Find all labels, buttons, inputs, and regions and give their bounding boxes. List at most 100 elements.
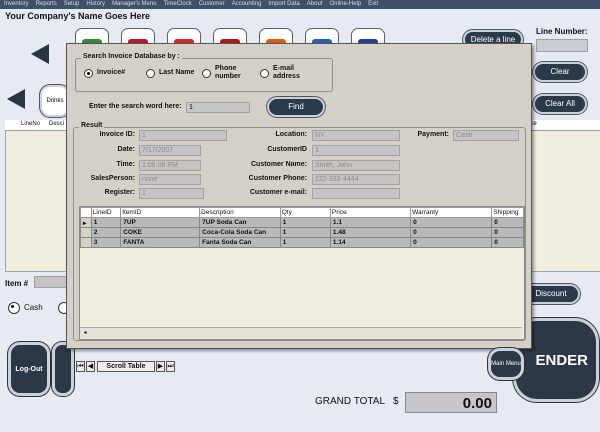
search-by-radio-1[interactable] bbox=[84, 69, 93, 78]
cash-label: Cash bbox=[24, 303, 43, 312]
search-by-radio-4[interactable] bbox=[260, 69, 269, 78]
table-cell: 1 bbox=[90, 217, 122, 228]
table-cell: 0 bbox=[410, 217, 493, 228]
date-field: 7/17/2007 bbox=[139, 145, 201, 156]
line-number-input[interactable] bbox=[536, 39, 588, 52]
time-field: 1:06:08 PM bbox=[139, 160, 201, 171]
menu-item-timeclock[interactable]: TimeClock bbox=[164, 0, 192, 9]
scroll-prev-icon[interactable]: ◀ bbox=[86, 361, 95, 372]
table-cell: 0 bbox=[491, 217, 524, 228]
customer-email-label: Customer e-mail: bbox=[249, 189, 307, 196]
line-number-label: Line Number: bbox=[536, 27, 588, 36]
main-menu-button[interactable]: Main Menu bbox=[488, 348, 524, 380]
menu-item-import-data[interactable]: Import Data bbox=[268, 0, 299, 9]
previous-arrow-icon[interactable] bbox=[31, 44, 49, 64]
menu-item-accounting[interactable]: Accounting bbox=[232, 0, 262, 9]
menu-item-about[interactable]: About bbox=[307, 0, 323, 9]
table-cell: 1 bbox=[279, 217, 331, 228]
search-by-radio-3[interactable] bbox=[202, 69, 211, 78]
menu-item-online-help[interactable]: Online-Help bbox=[329, 0, 361, 9]
menu-item-exit[interactable]: Exit bbox=[368, 0, 378, 9]
current-row-icon[interactable]: ▸ bbox=[80, 217, 92, 228]
date-label: Date: bbox=[117, 146, 135, 153]
search-by-group: Search Invoice Database by : Invoice# Las… bbox=[75, 53, 333, 92]
table-cell: 1.1 bbox=[329, 217, 412, 228]
table-row[interactable]: 2 COKE Coca-Cola Soda Can 1 1.48 0 0 bbox=[80, 227, 524, 238]
log-out-button[interactable]: Log-Out bbox=[8, 342, 50, 396]
company-name: Your Company's Name Goes Here bbox=[5, 11, 151, 21]
side-button[interactable] bbox=[52, 342, 74, 396]
horizontal-scrollbar[interactable]: ◂ bbox=[80, 327, 522, 338]
table-cell: 2 bbox=[90, 227, 122, 238]
table-cell: 7UP bbox=[120, 217, 201, 228]
table-cell: Fanta Soda Can bbox=[199, 237, 281, 248]
customer-id-field: 1 bbox=[312, 145, 400, 156]
menu-item-history[interactable]: History bbox=[86, 0, 105, 9]
menu-item-setup[interactable]: Setup bbox=[64, 0, 80, 9]
table-cell: 7UP Soda Can bbox=[199, 217, 281, 228]
search-by-label-1: Invoice# bbox=[97, 69, 126, 76]
invoice-lines-grid[interactable]: LineID ItemID Description Qty Price Warranty S… bbox=[79, 206, 525, 340]
column-header-price[interactable]: Price bbox=[329, 207, 412, 218]
cash-radio[interactable] bbox=[8, 302, 20, 314]
column-header-lineid[interactable]: LineID bbox=[90, 207, 122, 218]
table-cell: 1.14 bbox=[329, 237, 412, 248]
table-row[interactable]: ▸ 1 7UP 7UP Soda Can 1 1.1 0 0 bbox=[80, 217, 524, 228]
table-cell: Coca-Cola Soda Can bbox=[199, 227, 281, 238]
customer-email-field bbox=[312, 188, 400, 199]
result-title: Result bbox=[79, 122, 105, 129]
scroll-left-icon[interactable]: ◂ bbox=[81, 329, 89, 337]
row-selector-header bbox=[80, 207, 92, 218]
table-cell: COKE bbox=[120, 227, 201, 238]
location-label: Location: bbox=[275, 131, 308, 138]
menu-bar: Inventory Reports Setup History Manager's Me… bbox=[0, 0, 600, 9]
register-label: Register: bbox=[104, 189, 135, 196]
currency-symbol: $ bbox=[393, 396, 399, 407]
table-row[interactable]: 3 FANTA Fanta Soda Can 1 1.14 0 0 bbox=[80, 237, 524, 248]
search-by-label-4: E-mail address bbox=[273, 65, 300, 80]
item-number-label: Item # bbox=[5, 279, 29, 288]
salesperson-label: SalesPerson: bbox=[90, 175, 135, 182]
column-header-description[interactable]: Description bbox=[199, 207, 281, 218]
location-field: NY bbox=[312, 130, 400, 141]
search-word-input[interactable]: 1 bbox=[186, 102, 250, 113]
scroll-table-label: Scroll Table bbox=[97, 361, 155, 372]
search-by-label-3: Phone number bbox=[215, 65, 241, 80]
table-cell: 1 bbox=[279, 237, 331, 248]
invoice-id-field: 1 bbox=[139, 130, 227, 141]
scroll-first-icon[interactable]: ⏮ bbox=[76, 361, 85, 372]
clear-all-button[interactable]: Clear All bbox=[533, 94, 587, 114]
clear-button[interactable]: Clear bbox=[533, 62, 587, 82]
register-field: 1 bbox=[139, 188, 204, 199]
grid-col-desc: Desci bbox=[49, 121, 65, 127]
row-selector[interactable] bbox=[80, 227, 92, 238]
menu-item-reports[interactable]: Reports bbox=[36, 0, 57, 9]
item-number-input[interactable] bbox=[34, 276, 70, 288]
menu-item-inventory[interactable]: Inventory bbox=[4, 0, 29, 9]
invoice-lines-table: LineID ItemID Description Qty Price Warranty S… bbox=[80, 207, 524, 248]
column-header-shipping[interactable]: Shipping bbox=[491, 207, 524, 218]
table-cell: 1.48 bbox=[329, 227, 412, 238]
grid-col-lineno: LineNo bbox=[21, 121, 41, 127]
scroll-next-icon[interactable]: ▶ bbox=[156, 361, 165, 372]
menu-item-manager-s-menu[interactable]: Manager's Menu bbox=[112, 0, 157, 9]
scroll-last-icon[interactable]: ⏭ bbox=[166, 361, 175, 372]
salesperson-field: none bbox=[139, 174, 201, 185]
column-header-qty[interactable]: Qty bbox=[279, 207, 331, 218]
find-button[interactable]: Find bbox=[267, 97, 325, 117]
search-by-radio-2[interactable] bbox=[146, 69, 155, 78]
customer-id-label: CustomerID bbox=[267, 146, 307, 153]
column-header-warranty[interactable]: Warranty bbox=[410, 207, 493, 218]
payment-label: Payment: bbox=[417, 131, 449, 138]
previous-arrow-icon-2[interactable] bbox=[7, 89, 25, 109]
search-by-label-2: Last Name bbox=[159, 69, 195, 76]
table-cell: 1 bbox=[279, 227, 331, 238]
customer-phone-label: Customer Phone: bbox=[248, 175, 307, 182]
row-selector[interactable] bbox=[80, 237, 92, 248]
grand-total-label: GRAND TOTAL bbox=[315, 396, 386, 407]
grand-total-value: 0.00 bbox=[405, 392, 497, 413]
time-label: Time: bbox=[116, 161, 135, 168]
column-header-itemid[interactable]: ItemID bbox=[120, 207, 201, 218]
menu-item-customer[interactable]: Customer bbox=[199, 0, 225, 9]
table-cell: 0 bbox=[410, 237, 493, 248]
